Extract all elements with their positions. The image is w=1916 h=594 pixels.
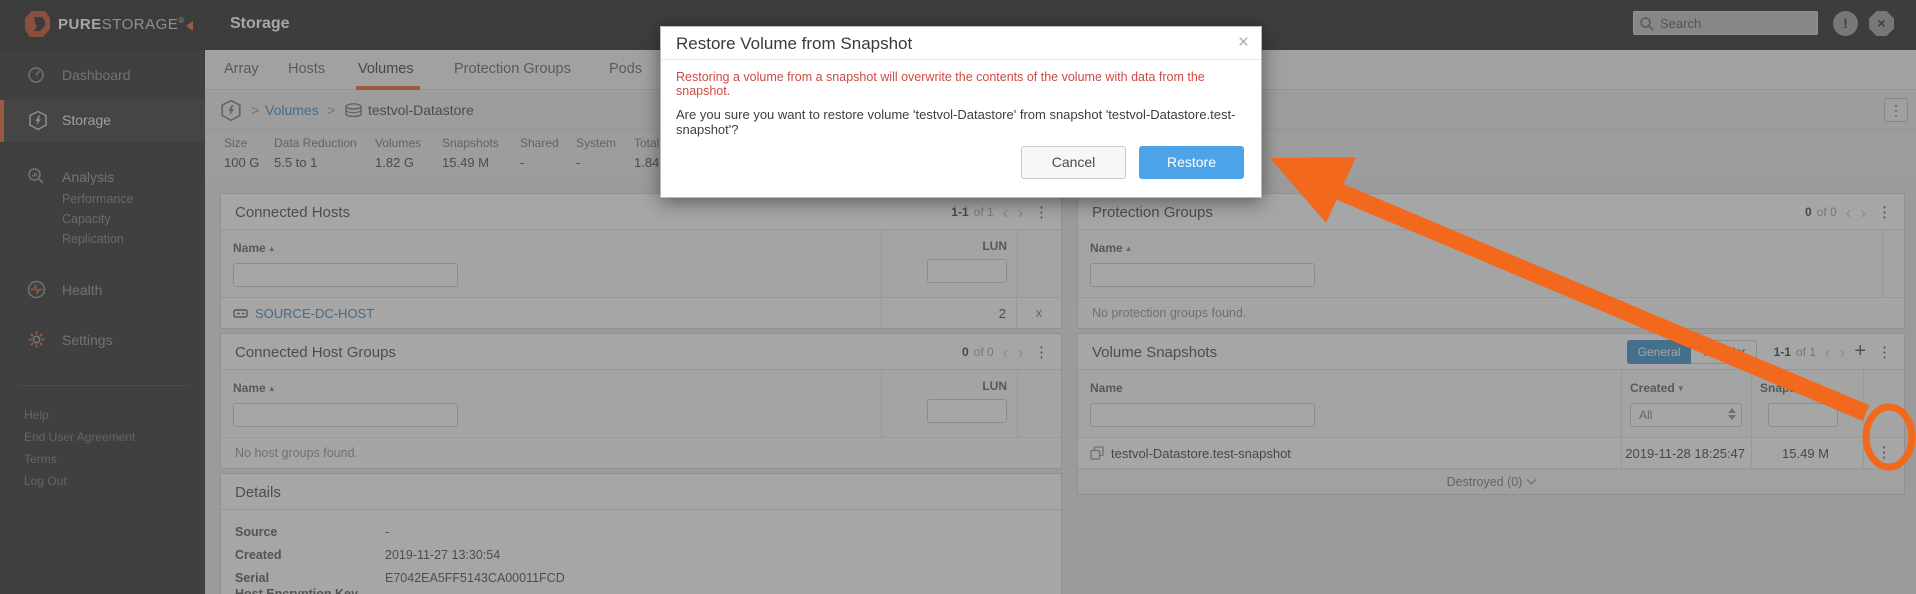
modal-close-icon[interactable]: × [1238, 32, 1249, 54]
cancel-button[interactable]: Cancel [1021, 146, 1126, 179]
restore-button[interactable]: Restore [1139, 146, 1244, 179]
modal-warning-text: Restoring a volume from a snapshot will … [676, 70, 1246, 98]
modal-title: Restore Volume from Snapshot [676, 34, 912, 54]
modal-question-text: Are you sure you want to restore volume … [676, 107, 1246, 137]
restore-volume-modal: Restore Volume from Snapshot × Restoring… [660, 26, 1262, 198]
app-window: PURESTORAGE® Dashboard Storage Analysis … [0, 0, 1916, 594]
